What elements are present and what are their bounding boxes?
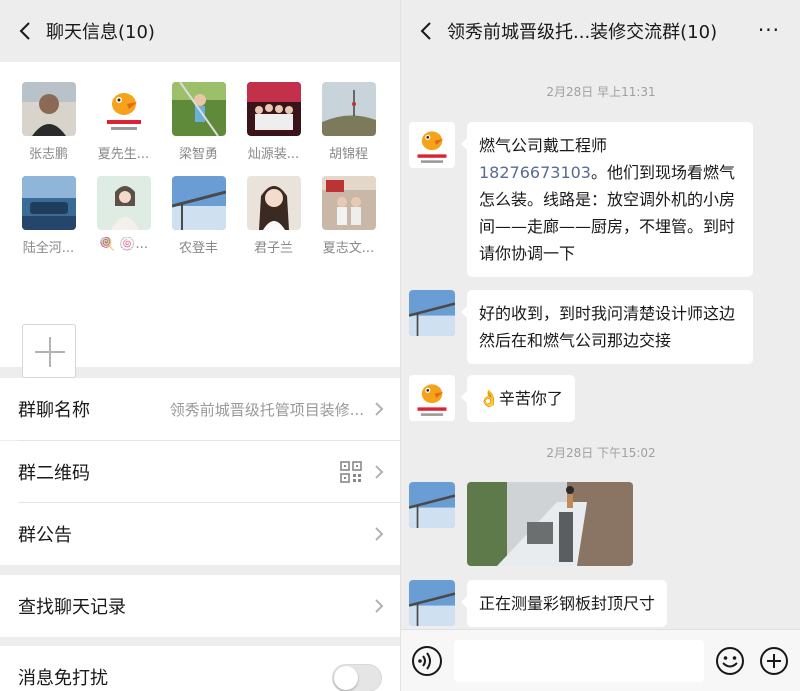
message-bubble[interactable]: 燃气公司戴工程师 18276673103。他们到现场看燃气怎么装。线路是：放空调外… <box>461 122 753 277</box>
message-item: 好的收到，到时我问清楚设计师这边然后在和燃气公司那边交接 <box>409 290 753 364</box>
group-qr-label: 群二维码 <box>18 463 90 484</box>
message-bubble[interactable]: 👌辛苦你了 <box>461 375 575 422</box>
member-name: 梁智勇 <box>178 147 218 162</box>
couple-photo-icon <box>321 176 376 230</box>
mute-label: 消息免打扰 <box>18 668 108 689</box>
chat-info-panel: 聊天信息(10) 张志鹏 夏先生... 梁智勇 灿源装... 胡锦程 陆全河..… <box>0 0 400 691</box>
crane-photo-icon[interactable] <box>409 580 455 626</box>
chat-info-header: 聊天信息(10) <box>0 0 400 62</box>
chevron-right-icon <box>375 402 384 416</box>
emoji-icon[interactable] <box>715 646 745 676</box>
member-name: 陆全河... <box>22 241 75 256</box>
ok-hand-emoji: 👌 <box>479 389 499 408</box>
message-input-bar <box>401 629 800 691</box>
member-name: 夏先生... <box>97 147 150 162</box>
mute-toggle[interactable] <box>332 664 382 691</box>
more-functions-icon[interactable] <box>759 646 789 676</box>
woman-photo-icon <box>96 176 151 230</box>
voice-input-icon[interactable] <box>412 646 442 676</box>
chat-panel: 领秀前城晋级托...装修交流群(10) ··· 2月28日 早上11:31 燃气… <box>400 0 800 691</box>
member-item[interactable]: 农登丰 <box>161 176 236 256</box>
member-name: 夏志文... <box>322 241 375 256</box>
member-name: 君子兰 <box>253 241 293 256</box>
member-name: 胡锦程 <box>328 147 368 162</box>
landscape-photo-icon <box>321 82 376 136</box>
message-text: 燃气公司戴工程师 <box>479 136 608 155</box>
member-item[interactable]: 灿源装... <box>236 82 311 162</box>
person-icon <box>21 82 76 136</box>
member-item[interactable]: 梁智勇 <box>161 82 236 162</box>
chevron-right-icon <box>375 465 384 479</box>
group-name-value: 领秀前城晋级托管项目装修... <box>169 400 364 419</box>
crane-photo-icon <box>171 176 226 230</box>
member-name: 农登丰 <box>178 241 218 256</box>
construction-photo-message[interactable] <box>467 482 633 566</box>
member-item[interactable]: 🍭 🍥... <box>86 176 161 256</box>
crane-photo-icon[interactable] <box>409 482 455 528</box>
chevron-right-icon <box>375 527 384 541</box>
member-item[interactable]: 夏志文... <box>311 176 386 256</box>
group-name-row[interactable]: 群聊名称 领秀前城晋级托管项目装修... <box>0 378 400 440</box>
phone-link[interactable]: 18276673103 <box>479 163 591 182</box>
search-history-label: 查找聊天记录 <box>18 597 126 618</box>
back-icon[interactable] <box>415 20 437 42</box>
group-notice-row[interactable]: 群公告 <box>0 503 400 565</box>
chevron-right-icon <box>375 599 384 613</box>
message-bubble[interactable]: 好的收到，到时我问清楚设计师这边然后在和燃气公司那边交接 <box>461 290 753 364</box>
climber-photo-icon <box>171 82 226 136</box>
member-item[interactable]: 君子兰 <box>236 176 311 256</box>
member-name: 🍭 🍥... <box>99 237 148 252</box>
timestamp: 2月28日 下午15:02 <box>546 446 656 460</box>
add-member-button[interactable] <box>22 324 76 378</box>
chat-header: 领秀前城晋级托...装修交流群(10) ··· <box>401 0 800 62</box>
member-item[interactable]: 夏先生... <box>86 82 161 162</box>
car-photo-icon <box>21 176 76 230</box>
crane-photo-icon[interactable] <box>409 290 455 336</box>
duck-logo-icon[interactable] <box>409 122 455 168</box>
timestamp: 2月28日 早上11:31 <box>546 85 656 99</box>
more-options-icon[interactable]: ··· <box>758 20 780 40</box>
member-item[interactable]: 张志鹏 <box>11 82 86 162</box>
group-name-label: 群聊名称 <box>18 400 90 421</box>
member-name: 张志鹏 <box>28 147 68 162</box>
chat-title: 领秀前城晋级托...装修交流群(10) <box>447 22 718 43</box>
message-text-input[interactable] <box>454 640 704 682</box>
group-notice-label: 群公告 <box>18 525 72 546</box>
search-history-row[interactable]: 查找聊天记录 <box>0 575 400 637</box>
toggle-knob <box>334 666 358 690</box>
mute-row: 消息免打扰 <box>0 646 400 691</box>
woman-portrait-icon <box>246 176 301 230</box>
member-item[interactable]: 胡锦程 <box>311 82 386 162</box>
duck-logo-icon[interactable] <box>409 375 455 421</box>
message-item: 👌辛苦你了 <box>409 375 575 422</box>
member-grid-section: 张志鹏 夏先生... 梁智勇 灿源装... 胡锦程 陆全河... 🍭 🍥... … <box>0 62 400 378</box>
member-name: 灿源装... <box>247 147 300 162</box>
duck-logo-icon <box>96 82 151 136</box>
message-bubble[interactable]: 正在测量彩钢板封顶尺寸 <box>460 580 668 627</box>
page-title: 聊天信息(10) <box>46 22 155 43</box>
member-item[interactable]: 陆全河... <box>11 176 86 256</box>
group-qr-row[interactable]: 群二维码 <box>0 441 400 503</box>
qr-code-icon <box>340 461 362 483</box>
message-item: 正在测量彩钢板封顶尺寸 <box>409 580 668 627</box>
group-photo-icon <box>246 82 301 136</box>
message-text: 辛苦你了 <box>498 389 563 408</box>
back-icon[interactable] <box>14 20 36 42</box>
message-item <box>409 482 633 566</box>
message-item: 燃气公司戴工程师 18276673103。他们到现场看燃气怎么装。线路是：放空调外… <box>409 122 753 277</box>
